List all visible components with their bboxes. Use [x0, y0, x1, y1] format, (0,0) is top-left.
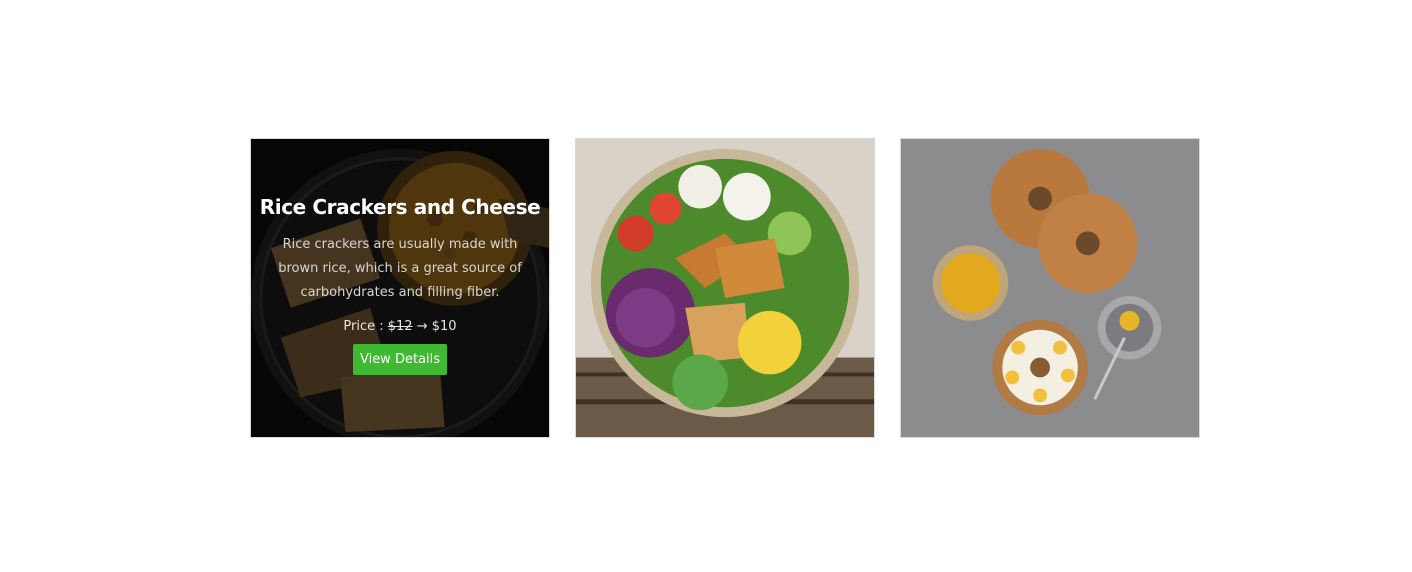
price-label: Price : [343, 319, 388, 334]
card-price: Price : $12 → $10 [343, 319, 456, 334]
product-card-bagels[interactable] [900, 138, 1200, 438]
new-price: $10 [431, 319, 457, 334]
arrow-icon: → [416, 319, 428, 334]
product-card-row: Rice Crackers and Cheese Rice crackers a… [250, 138, 1200, 438]
product-card-salad[interactable] [575, 138, 875, 438]
bagels-photo [901, 139, 1199, 437]
old-price: $12 [387, 319, 413, 334]
salad-bowl-photo [576, 139, 874, 437]
card-overlay: Rice Crackers and Cheese Rice crackers a… [251, 139, 549, 437]
card-title: Rice Crackers and Cheese [259, 195, 541, 219]
product-card-rice-crackers[interactable]: Rice Crackers and Cheese Rice crackers a… [250, 138, 550, 438]
view-details-button[interactable]: View Details [352, 344, 448, 375]
card-description: Rice crackers are usually made with brow… [278, 237, 522, 300]
